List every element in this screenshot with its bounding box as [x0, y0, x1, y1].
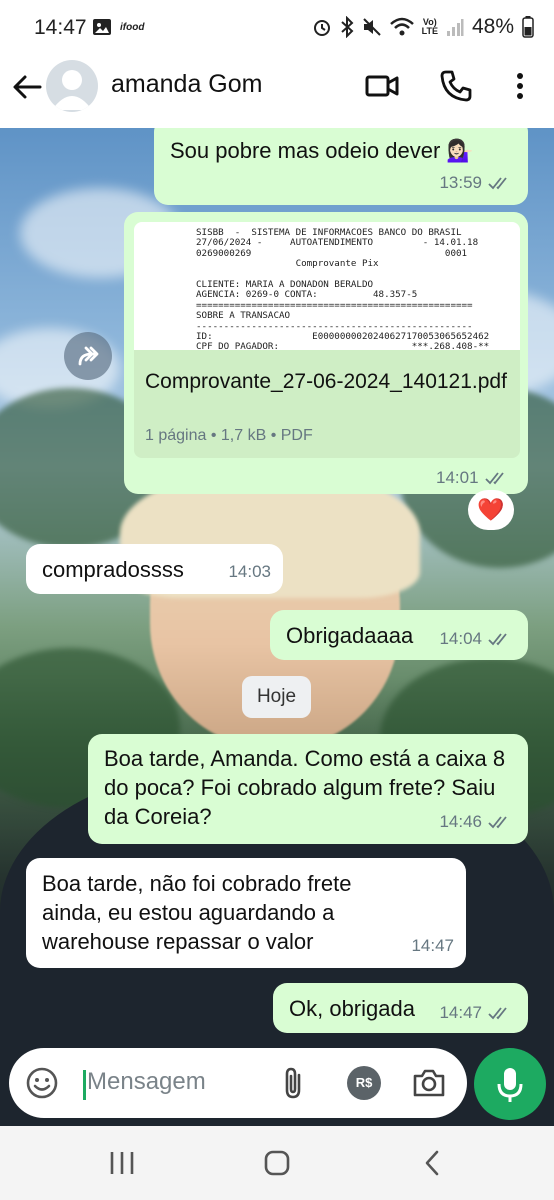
home-icon[interactable] [262, 1148, 292, 1178]
message-input[interactable] [87, 1062, 267, 1102]
back-icon[interactable] [418, 1148, 448, 1178]
bluetooth-icon [340, 16, 354, 38]
message-text: Sou pobre mas odeio dever 💁🏻‍♀️ [170, 138, 474, 163]
default-avatar-icon [52, 70, 92, 110]
message-time: 14:46 [439, 812, 482, 831]
chat-header: amanda Gom [0, 56, 554, 128]
message-text: Ok, obrigada [289, 996, 415, 1021]
emoji-icon[interactable] [25, 1066, 59, 1100]
message-time: 13:59 [439, 173, 482, 192]
read-ticks-icon [488, 815, 507, 828]
document-meta: 1 página • 1,7 kB • PDF [145, 427, 313, 444]
gallery-icon [93, 19, 111, 35]
message-time: 14:03 [228, 562, 271, 581]
heart-reaction[interactable]: ❤️ [468, 490, 514, 530]
battery-icon [522, 16, 534, 38]
message-text: Obrigadaaaa [286, 623, 414, 648]
volte-icon: Vo) LTE [421, 17, 438, 36]
signal-icon [446, 19, 464, 36]
chat-area[interactable]: Sou pobre mas odeio dever 💁🏻‍♀️ 13:59 SI… [0, 128, 554, 1126]
message-outgoing[interactable]: Sou pobre mas odeio dever 💁🏻‍♀️ 13:59 [154, 128, 528, 205]
mic-button[interactable] [474, 1048, 546, 1120]
camera-icon[interactable] [411, 1066, 447, 1100]
composer-bar: R$ [0, 1040, 554, 1126]
day-separator: Hoje [242, 676, 311, 718]
mute-icon [362, 18, 381, 36]
message-outgoing[interactable]: Boa tarde, Amanda. Como está a caixa 8 d… [88, 734, 528, 844]
message-outgoing[interactable]: Ok, obrigada 14:47 [273, 983, 528, 1033]
read-ticks-icon [488, 176, 507, 189]
read-ticks-icon [488, 632, 507, 645]
document-preview[interactable]: SISBB - SISTEMA DE INFORMACOES BANCO DO … [134, 222, 520, 350]
mic-icon [497, 1068, 523, 1102]
status-time: 14:47 [34, 16, 87, 39]
message-time: 14:47 [411, 936, 454, 955]
read-ticks-icon [484, 472, 504, 485]
heart-icon: ❤️ [477, 497, 505, 522]
payment-icon[interactable]: R$ [347, 1066, 381, 1100]
document-info[interactable]: Comprovante_27-06-2024_140121.pdf 1 pági… [134, 350, 520, 458]
message-time: 14:04 [439, 629, 482, 648]
recent-apps-icon[interactable] [107, 1148, 137, 1178]
document-preview-line: Comprovante Pix [196, 258, 379, 270]
message-composer[interactable]: R$ [9, 1048, 467, 1118]
status-bar: 14:47 ifood Vo) LTE 48% [0, 0, 554, 56]
message-text: Boa tarde, não foi cobrado frete ainda, … [42, 871, 352, 954]
read-ticks-icon [488, 1006, 507, 1019]
voice-call-icon[interactable] [438, 68, 474, 104]
forward-button[interactable] [64, 332, 112, 380]
battery-percent: 48% [471, 15, 514, 38]
back-arrow-icon[interactable] [10, 70, 44, 104]
message-time: 14:01 [436, 468, 479, 487]
message-incoming[interactable]: Boa tarde, não foi cobrado frete ainda, … [26, 858, 466, 968]
video-call-icon[interactable] [364, 68, 400, 104]
system-nav-bar [0, 1126, 554, 1200]
contact-name[interactable]: amanda Gom [111, 70, 262, 99]
message-time: 14:47 [439, 1003, 482, 1022]
document-preview-line: CPF DO PAGADOR: ***.268.408-** [196, 341, 490, 350]
document-file-name: Comprovante_27-06-2024_140121.pdf [145, 370, 507, 393]
more-options-icon[interactable] [502, 68, 538, 104]
message-outgoing[interactable]: Obrigadaaaa 14:04 [270, 610, 528, 660]
text-caret [83, 1070, 86, 1100]
wifi-icon [389, 17, 414, 36]
forward-icon [78, 346, 99, 366]
message-text: compradossss [42, 557, 184, 582]
ifood-icon: ifood [120, 21, 145, 33]
attach-icon[interactable] [277, 1066, 311, 1100]
message-incoming[interactable]: compradossss 14:03 [26, 544, 283, 594]
avatar[interactable] [46, 60, 98, 112]
alarm-icon [313, 20, 330, 36]
